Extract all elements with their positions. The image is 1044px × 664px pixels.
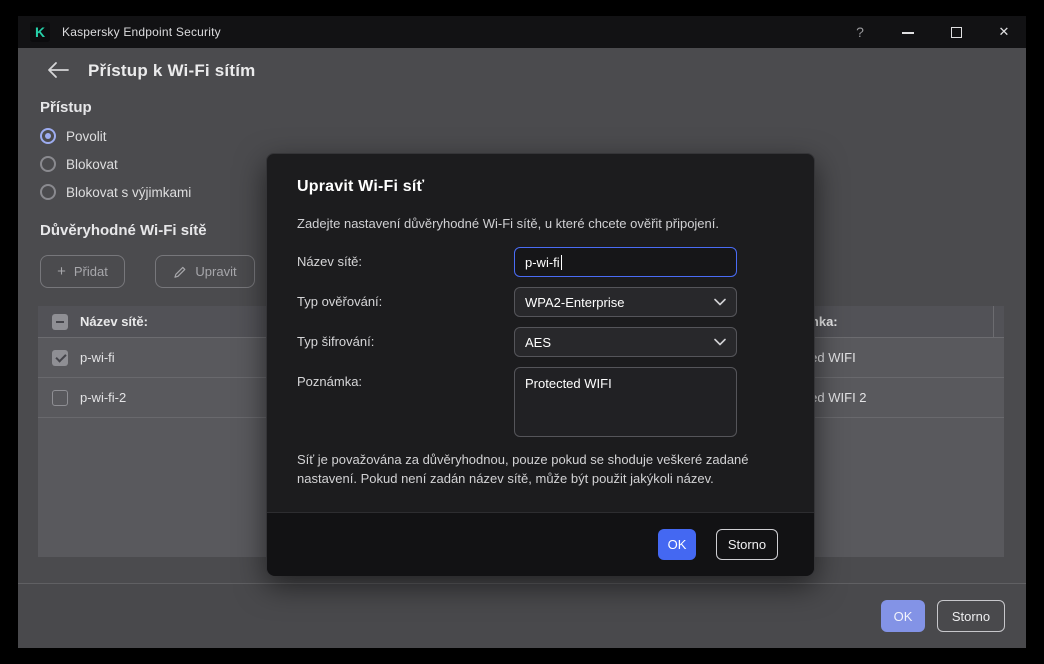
radio-unselected-icon[interactable] — [40, 156, 56, 172]
comment-label: Poznámka: — [297, 374, 363, 389]
minimize-button[interactable] — [892, 16, 924, 48]
dialog-cancel-button[interactable]: Storno — [716, 529, 778, 560]
radio-label: Blokovat — [66, 156, 118, 172]
radio-option-blokovat[interactable]: Blokovat — [40, 154, 118, 174]
title-bar: K Kaspersky Endpoint Security ? ✕ — [18, 16, 1026, 48]
add-button-label: Přidat — [73, 264, 108, 279]
dialog-title: Upravit Wi-Fi síť — [297, 178, 425, 195]
encryption-type-label: Typ šifrování: — [297, 334, 375, 349]
plus-icon: + — [57, 263, 66, 280]
dialog-description: Zadejte nastavení důvěryhodné Wi-Fi sítě… — [297, 216, 719, 231]
page-cancel-button[interactable]: Storno — [937, 600, 1005, 632]
auth-type-label: Typ ověřování: — [297, 294, 383, 309]
auth-type-value: WPA2-Enterprise — [525, 294, 625, 310]
edit-button-label: Upravit — [195, 264, 237, 279]
row-checkbox-unchecked[interactable] — [52, 390, 68, 406]
radio-label: Blokovat s výjimkami — [66, 184, 192, 200]
radio-selected-icon[interactable] — [40, 128, 56, 144]
dialog-ok-button[interactable]: OK — [658, 529, 696, 560]
encryption-type-select[interactable]: AES — [514, 327, 737, 357]
network-name-value: p-wi-fi — [525, 254, 560, 270]
maximize-button[interactable] — [940, 16, 972, 48]
chevron-down-icon — [714, 338, 726, 346]
comment-textarea[interactable]: Protected WIFI — [514, 367, 737, 437]
column-divider — [993, 306, 994, 337]
encryption-type-value: AES — [525, 334, 552, 350]
radio-option-povolit[interactable]: Povolit — [40, 126, 107, 146]
network-name-input[interactable]: p-wi-fi — [514, 247, 737, 277]
radio-option-blokovat-s-vyjimkami[interactable]: Blokovat s výjimkami — [40, 182, 191, 202]
select-all-checkbox[interactable] — [52, 314, 68, 330]
radio-unselected-icon[interactable] — [40, 184, 56, 200]
maximize-icon — [950, 27, 962, 39]
text-caret — [560, 254, 562, 270]
chevron-down-icon — [714, 298, 726, 306]
window-title: Kaspersky Endpoint Security — [62, 25, 221, 39]
row-checkbox-checked[interactable] — [52, 350, 68, 366]
network-name-label: Název sítě: — [297, 254, 363, 269]
back-button[interactable] — [46, 60, 72, 86]
network-name-cell: p-wi-fi — [80, 350, 115, 365]
pencil-icon — [174, 266, 186, 278]
minimize-icon — [902, 31, 914, 34]
auth-type-select[interactable]: WPA2-Enterprise — [514, 287, 737, 317]
edit-network-button[interactable]: Upravit — [155, 255, 255, 288]
page-ok-button[interactable]: OK — [881, 600, 925, 632]
app-window: K Kaspersky Endpoint Security ? ✕ Přístu… — [18, 16, 1026, 648]
dialog-footer: OK Storno — [267, 512, 814, 576]
help-button[interactable]: ? — [844, 16, 876, 48]
network-name-cell: p-wi-fi-2 — [80, 390, 127, 405]
trusted-networks-heading: Důvěryhodné Wi-Fi sítě — [40, 222, 207, 239]
dialog-note: Síť je považována za důvěryhodnou, pouze… — [297, 452, 749, 486]
back-arrow-icon — [48, 62, 69, 78]
page-footer: OK Storno — [18, 584, 1026, 648]
edit-wifi-dialog: Upravit Wi-Fi síť Zadejte nastavení důvě… — [266, 153, 815, 576]
radio-label: Povolit — [66, 128, 107, 144]
column-header-name: Název sítě: — [80, 314, 148, 329]
access-heading: Přístup — [40, 99, 92, 116]
close-button[interactable]: ✕ — [988, 16, 1020, 48]
page-title: Přístup k Wi-Fi sítím — [88, 61, 256, 80]
add-network-button[interactable]: + Přidat — [40, 255, 125, 288]
kaspersky-logo-icon: K — [30, 22, 50, 42]
